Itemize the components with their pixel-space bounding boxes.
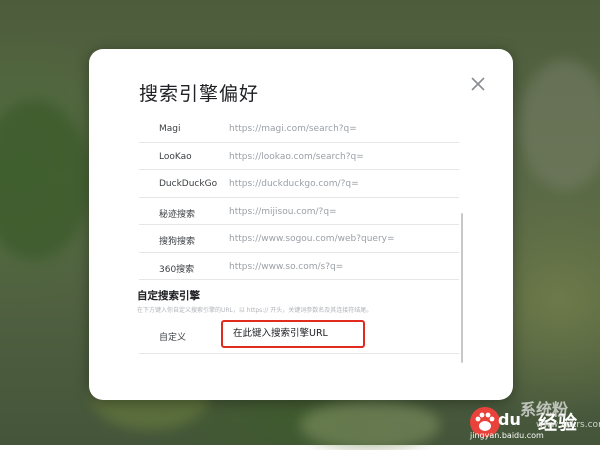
site-watermark: 系统粉 [520,400,569,419]
close-button[interactable] [467,73,489,95]
custom-engine-row: 自定义 在此键入搜索引擎URL [139,317,459,354]
engine-row-mijisou[interactable]: 秘迹搜索 https://mijisou.com/?q= [139,198,459,225]
scrollbar[interactable] [461,213,465,363]
engine-url: https://www.sogou.com/web?query= [229,234,395,244]
site-watermark-url: www.xhkrs.com [536,420,600,430]
custom-engine-description: 在下方键入你自定义搜索引擎的URL，以 https:// 开头，关键词参数名及其… [137,307,373,314]
engine-name: Magi [159,124,181,134]
custom-engine-url-input[interactable]: 在此键入搜索引擎URL [221,320,365,348]
engine-list: Magi https://magi.com/search?q= LooKao h… [139,115,459,280]
engine-name: DuckDuckGo [159,179,218,189]
engine-name: 秘迹搜索 [159,209,196,220]
engine-row-360[interactable]: 360搜索 https://www.so.com/s?q= [139,253,459,280]
engine-url: https://www.so.com/s?q= [229,261,344,272]
engine-name: 搜狗搜索 [159,237,196,247]
close-icon [471,77,485,91]
engine-name: 360搜索 [159,264,195,275]
watermark-domain: jingyan.baidu.com [470,431,544,440]
engine-row-magi[interactable]: Magi https://magi.com/search?q= [139,115,459,143]
scrollbar-thumb[interactable] [461,213,463,363]
watermark-du: du [498,410,521,429]
engine-row-lookao[interactable]: LooKao https://lookao.com/search?q= [139,143,459,170]
custom-engine-section-title: 自定搜索引擎 [137,290,200,302]
engine-row-duckduckgo[interactable]: DuckDuckGo https://duckduckgo.com/?q= [139,170,459,198]
search-engine-preferences-dialog: 搜索引擎偏好 Magi https://magi.com/search?q= L… [89,49,513,400]
custom-engine-label: 自定义 [159,333,187,343]
dialog-title: 搜索引擎偏好 [139,83,260,105]
engine-url: https://mijisou.com/?q= [229,206,337,217]
engine-url: https://lookao.com/search?q= [229,151,364,162]
engine-row-sogou[interactable]: 搜狗搜索 https://www.sogou.com/web?query= [139,225,459,253]
engine-url: https://duckduckgo.com/?q= [229,179,359,189]
engine-name: LooKao [159,151,192,162]
engine-url: https://magi.com/search?q= [229,124,357,134]
